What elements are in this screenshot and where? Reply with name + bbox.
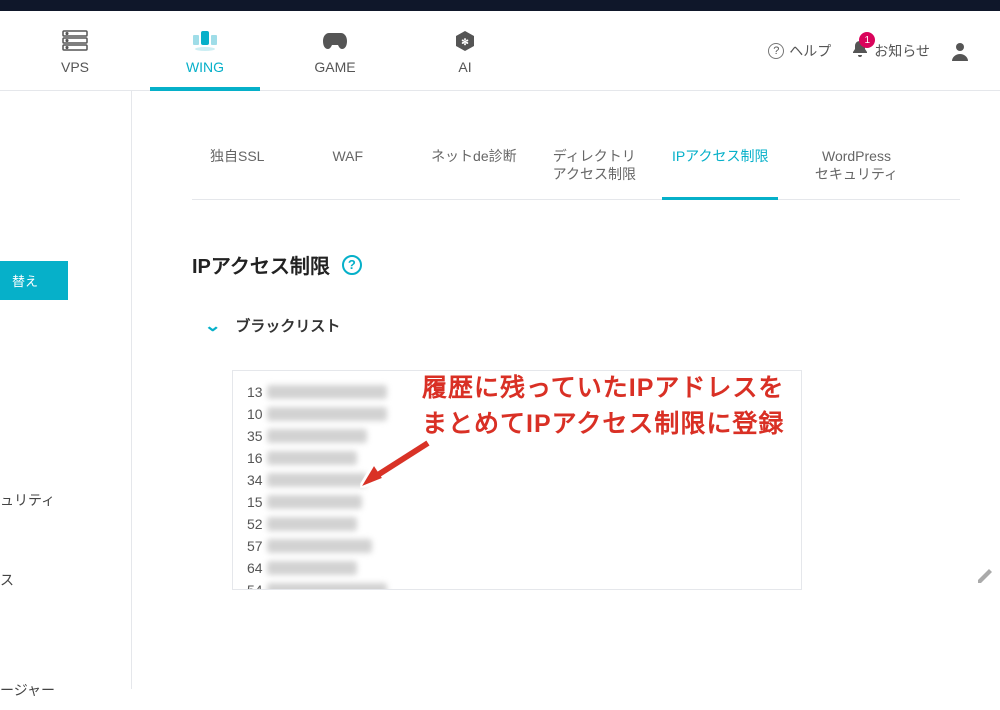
ip-row: 34 bbox=[247, 469, 787, 491]
sidebar-item-label: ス bbox=[0, 572, 14, 588]
ip-row: 13 bbox=[247, 381, 787, 403]
ip-blurred bbox=[267, 407, 387, 421]
nav-tab-wing[interactable]: WING bbox=[140, 11, 270, 90]
subtab-label: ネットde診断 bbox=[431, 148, 517, 164]
help-label: ヘルプ bbox=[789, 41, 831, 61]
ip-prefix: 13 bbox=[247, 384, 265, 400]
ip-row: 54 bbox=[247, 579, 787, 590]
window-topbar bbox=[0, 0, 1000, 11]
sidebar-item-label: ージャー bbox=[0, 682, 55, 698]
ip-prefix: 34 bbox=[247, 472, 265, 488]
main-content: 独自SSL WAF ネットde診断 ディレクトリ アクセス制限 IPアクセス制限… bbox=[132, 91, 1000, 689]
news-label: お知らせ bbox=[874, 41, 930, 61]
ip-prefix: 57 bbox=[247, 538, 265, 554]
ip-prefix: 64 bbox=[247, 560, 265, 576]
subtab-wp[interactable]: WordPress セキュリティ bbox=[786, 131, 926, 199]
nav-tab-label: AI bbox=[458, 59, 471, 75]
ip-prefix: 10 bbox=[247, 406, 265, 422]
nav-right: ? ヘルプ 1 お知らせ bbox=[768, 40, 990, 61]
svg-text:✻: ✻ bbox=[461, 37, 469, 47]
ip-list-textarea[interactable]: 13 10 35 16 34 15 52 57 64 54 bbox=[232, 370, 802, 590]
section-title: IPアクセス制限 ? bbox=[192, 250, 960, 279]
nav-tab-label: GAME bbox=[314, 59, 355, 75]
bell-icon: 1 bbox=[851, 40, 869, 61]
accordion-label: ブラックリスト bbox=[235, 315, 340, 336]
ip-row: 57 bbox=[247, 535, 787, 557]
subtab-label: WAF bbox=[332, 148, 363, 164]
sidebar: 替え ュリティ ス ージャー bbox=[0, 91, 132, 689]
subtab-label: WordPress セキュリティ bbox=[815, 148, 898, 182]
section-title-text: IPアクセス制限 bbox=[192, 250, 330, 279]
ip-blurred bbox=[267, 451, 357, 465]
ip-blurred bbox=[267, 495, 362, 509]
ip-blurred bbox=[267, 385, 387, 399]
sidebar-item-manager[interactable]: ージャー bbox=[0, 670, 131, 710]
server-icon bbox=[62, 27, 88, 55]
blacklist-accordion[interactable]: ⌄ ブラックリスト bbox=[192, 309, 960, 342]
ip-blurred bbox=[267, 539, 372, 553]
ip-row: 15 bbox=[247, 491, 787, 513]
notification-badge: 1 bbox=[859, 32, 875, 48]
user-icon bbox=[950, 41, 970, 61]
ip-blurred bbox=[267, 473, 367, 487]
ip-prefix: 15 bbox=[247, 494, 265, 510]
ip-blurred bbox=[267, 561, 357, 575]
subtabs: 独自SSL WAF ネットde診断 ディレクトリ アクセス制限 IPアクセス制限… bbox=[192, 131, 960, 200]
subtab-netde[interactable]: ネットde診断 bbox=[413, 131, 535, 199]
ip-blurred bbox=[267, 429, 367, 443]
ip-row: 64 bbox=[247, 557, 787, 579]
ip-blurred bbox=[267, 583, 387, 590]
subtab-ssl[interactable]: 独自SSL bbox=[192, 131, 282, 199]
ip-prefix: 35 bbox=[247, 428, 265, 444]
nav-tab-ai[interactable]: ✻ AI bbox=[400, 11, 530, 90]
user-menu[interactable] bbox=[950, 41, 970, 61]
chevron-down-icon: ⌄ bbox=[204, 316, 221, 336]
subtab-dir[interactable]: ディレクトリ アクセス制限 bbox=[535, 131, 654, 199]
ip-prefix: 54 bbox=[247, 582, 265, 590]
help-icon: ? bbox=[768, 43, 784, 59]
sidebar-item-label: ュリティ bbox=[0, 492, 55, 508]
ip-row: 52 bbox=[247, 513, 787, 535]
ai-icon: ✻ bbox=[454, 27, 476, 55]
help-circle-icon[interactable]: ? bbox=[342, 255, 362, 275]
top-nav: VPS WING GAME ✻ AI bbox=[0, 11, 1000, 91]
nav-tab-label: WING bbox=[186, 59, 224, 75]
ip-row: 35 bbox=[247, 425, 787, 447]
nav-tab-game[interactable]: GAME bbox=[270, 11, 400, 90]
subtab-waf[interactable]: WAF bbox=[282, 131, 413, 199]
ip-row: 16 bbox=[247, 447, 787, 469]
gamepad-icon bbox=[321, 27, 349, 55]
news-link[interactable]: 1 お知らせ bbox=[851, 40, 930, 61]
ip-prefix: 16 bbox=[247, 450, 265, 466]
edit-icon[interactable] bbox=[976, 567, 994, 590]
help-link[interactable]: ? ヘルプ bbox=[768, 41, 831, 61]
sidebar-item-access[interactable]: ス bbox=[0, 560, 131, 600]
nav-tab-vps[interactable]: VPS bbox=[10, 11, 140, 90]
switch-label: 替え bbox=[12, 274, 38, 289]
subtab-label: IPアクセス制限 bbox=[672, 148, 769, 164]
subtab-ip[interactable]: IPアクセス制限 bbox=[654, 131, 787, 199]
subtab-label: ディレクトリ アクセス制限 bbox=[553, 148, 636, 182]
ip-blurred bbox=[267, 517, 357, 531]
subtab-label: 独自SSL bbox=[210, 148, 264, 164]
ip-row: 10 bbox=[247, 403, 787, 425]
nav-tab-label: VPS bbox=[61, 59, 89, 75]
switch-button[interactable]: 替え bbox=[0, 261, 68, 300]
ip-prefix: 52 bbox=[247, 516, 265, 532]
wing-icon bbox=[191, 27, 219, 55]
sidebar-item-security[interactable]: ュリティ bbox=[0, 480, 131, 520]
